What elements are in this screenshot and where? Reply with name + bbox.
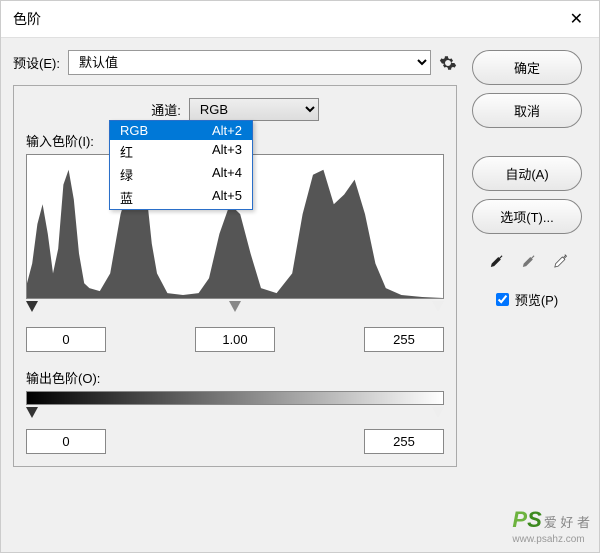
levels-panel: 通道: RGB RGBAlt+2 红Alt+3 绿Alt+4	[13, 85, 457, 467]
gear-icon[interactable]	[439, 54, 457, 72]
watermark: PS爱 好 者 www.psahz.com	[512, 507, 590, 545]
content: 预设(E): 默认值 通道: RGB RGBAlt+2	[1, 38, 599, 479]
output-white-field[interactable]	[364, 429, 444, 454]
output-black-slider[interactable]	[26, 407, 38, 418]
auto-button[interactable]: 自动(A)	[472, 156, 582, 191]
dropdown-item-rgb[interactable]: RGBAlt+2	[110, 121, 252, 140]
channel-select[interactable]: RGB	[189, 98, 319, 121]
ok-button[interactable]: 确定	[472, 50, 582, 85]
eyedropper-gray-icon[interactable]	[515, 250, 539, 274]
dropdown-item-green[interactable]: 绿Alt+4	[110, 163, 252, 186]
cancel-button[interactable]: 取消	[472, 93, 582, 128]
right-panel: 确定 取消 自动(A) 选项(T)... 预览(P)	[467, 50, 587, 467]
black-point-slider[interactable]	[26, 301, 38, 312]
dropdown-item-blue[interactable]: 蓝Alt+5	[110, 186, 252, 209]
input-white-field[interactable]	[364, 327, 444, 352]
output-black-field[interactable]	[26, 429, 106, 454]
preview-checkbox[interactable]	[496, 293, 509, 306]
preview-label: 预览(P)	[515, 290, 558, 309]
dialog-title: 色阶	[13, 9, 41, 29]
preset-select[interactable]: 默认值	[68, 50, 431, 75]
eyedropper-white-icon[interactable]	[547, 250, 571, 274]
output-levels-label: 输出色阶(O):	[26, 368, 444, 387]
input-black-field[interactable]	[26, 327, 106, 352]
close-icon[interactable]: ✕	[566, 9, 587, 29]
channel-label: 通道:	[151, 100, 181, 119]
output-white-slider[interactable]	[432, 407, 444, 418]
eyedroppers	[483, 250, 571, 274]
options-button[interactable]: 选项(T)...	[472, 199, 582, 234]
preview-row: 预览(P)	[496, 290, 558, 309]
channel-dropdown: RGBAlt+2 红Alt+3 绿Alt+4 蓝Alt+5	[109, 120, 253, 210]
white-point-slider[interactable]	[432, 301, 444, 312]
output-slider-track[interactable]	[26, 405, 444, 421]
channel-row: 通道: RGB RGBAlt+2 红Alt+3 绿Alt+4	[26, 98, 444, 121]
titlebar: 色阶 ✕	[1, 1, 599, 38]
preset-row: 预设(E): 默认值	[13, 50, 457, 75]
input-slider-track[interactable]	[26, 301, 444, 319]
input-values-row	[26, 327, 444, 352]
gray-point-slider[interactable]	[229, 301, 241, 312]
output-gradient	[26, 391, 444, 405]
levels-dialog: 色阶 ✕ 预设(E): 默认值 通道: RGB	[0, 0, 600, 553]
input-mid-field[interactable]	[195, 327, 275, 352]
preset-label: 预设(E):	[13, 53, 60, 72]
output-values-row	[26, 429, 444, 454]
left-panel: 预设(E): 默认值 通道: RGB RGBAlt+2	[13, 50, 457, 467]
dropdown-item-red[interactable]: 红Alt+3	[110, 140, 252, 163]
eyedropper-black-icon[interactable]	[483, 250, 507, 274]
